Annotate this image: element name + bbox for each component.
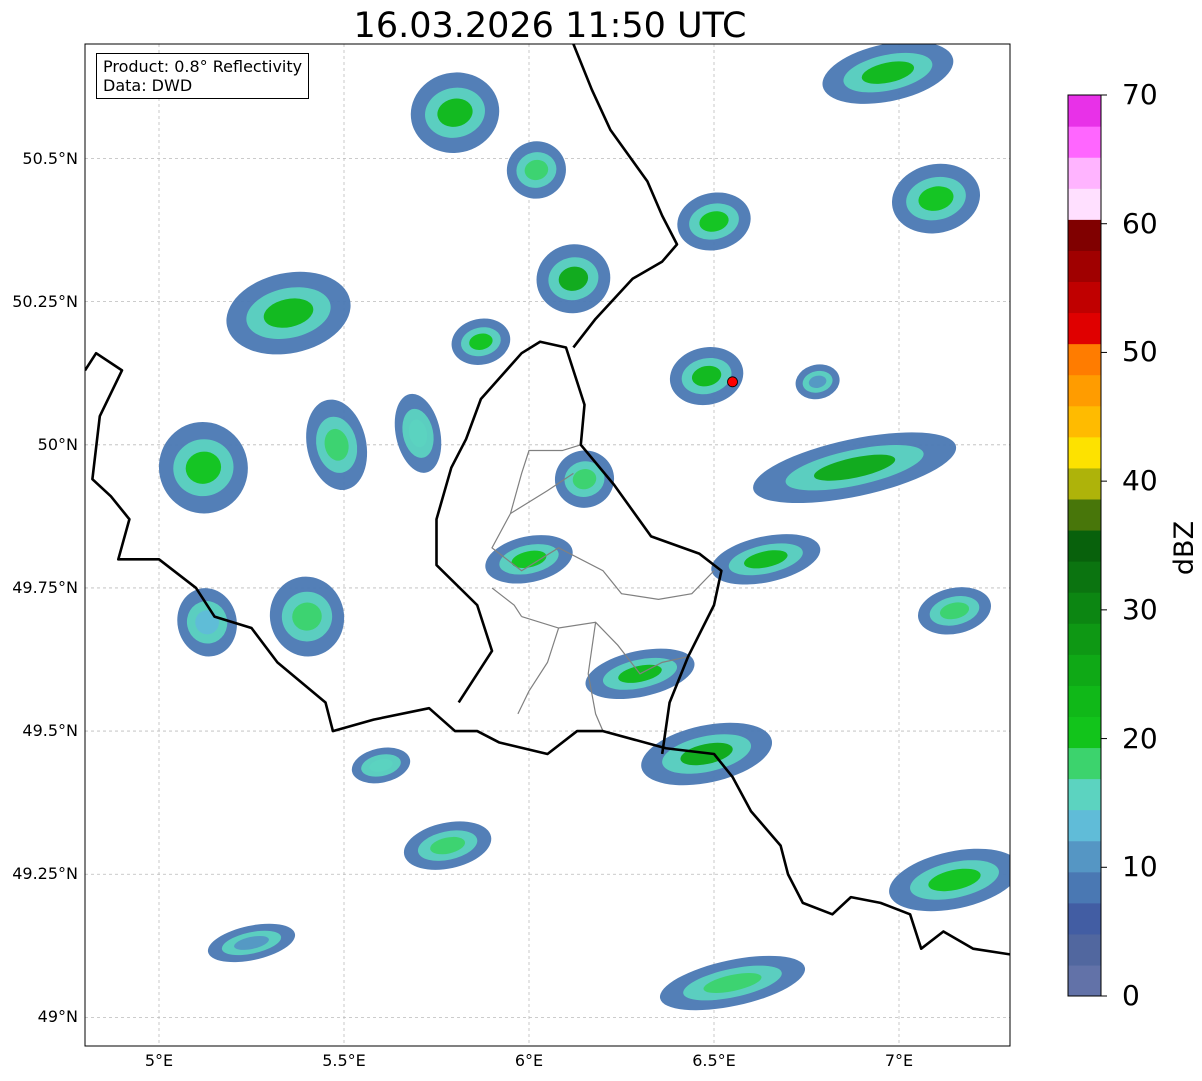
colorbar-swatch bbox=[1068, 716, 1101, 749]
colorbar-swatch bbox=[1068, 436, 1101, 469]
colorbar-swatch bbox=[1068, 312, 1101, 345]
lat-tick-label: 50.25°N bbox=[12, 291, 78, 311]
colorbar-swatch bbox=[1068, 809, 1101, 842]
colorbar-swatch bbox=[1068, 498, 1101, 531]
colorbar-swatch bbox=[1068, 902, 1101, 935]
colorbar-swatch bbox=[1068, 933, 1101, 966]
colorbar-swatch bbox=[1068, 685, 1101, 717]
colorbar-swatch bbox=[1068, 964, 1101, 996]
colorbar-ticks bbox=[1101, 94, 1107, 997]
colorbar-label: dBZ bbox=[1169, 520, 1200, 576]
colorbar bbox=[1068, 95, 1101, 996]
colorbar-swatch bbox=[1068, 126, 1101, 158]
colorbar-swatch bbox=[1068, 95, 1101, 127]
colorbar-swatch bbox=[1068, 747, 1101, 780]
lat-tick-label: 50.5°N bbox=[22, 148, 78, 168]
colorbar-swatch bbox=[1068, 188, 1101, 220]
colorbar-swatch bbox=[1068, 871, 1101, 904]
lat-tick-label: 49.75°N bbox=[12, 577, 78, 597]
lon-tick-label: 6.5°E bbox=[692, 1051, 736, 1070]
colorbar-swatch bbox=[1068, 561, 1101, 593]
lon-tick-label: 5.5°E bbox=[322, 1051, 366, 1070]
lat-tick-label: 49°N bbox=[37, 1007, 78, 1027]
colorbar-swatch bbox=[1068, 592, 1101, 624]
colorbar-tick-label: 0 bbox=[1122, 979, 1140, 1012]
lon-tick-label: 6°E bbox=[514, 1051, 544, 1070]
lon-tick-label: 5°E bbox=[144, 1051, 174, 1070]
product-label: Product: 0.8° Reflectivity bbox=[103, 57, 303, 76]
colorbar-swatch bbox=[1068, 623, 1101, 655]
colorbar-tick-label: 60 bbox=[1122, 206, 1158, 240]
lon-tick-label: 7°E bbox=[884, 1051, 914, 1070]
colorbar-swatch bbox=[1068, 157, 1101, 189]
colorbar-swatch bbox=[1068, 250, 1101, 283]
colorbar-swatch bbox=[1068, 529, 1101, 562]
colorbar-swatch bbox=[1068, 467, 1101, 500]
lat-tick-label: 50°N bbox=[37, 434, 78, 454]
radar-map bbox=[84, 43, 1107, 1047]
colorbar-swatch bbox=[1068, 281, 1101, 314]
colorbar-swatch bbox=[1068, 343, 1101, 376]
colorbar-swatch bbox=[1068, 654, 1101, 686]
data-source-label: Data: DWD bbox=[103, 76, 193, 95]
product-info-box: Product: 0.8° Reflectivity Data: DWD bbox=[96, 53, 310, 99]
colorbar-tick-label: 10 bbox=[1122, 850, 1158, 884]
lat-tick-label: 49.25°N bbox=[12, 864, 78, 884]
colorbar-tick-label: 20 bbox=[1122, 721, 1158, 755]
colorbar-swatch bbox=[1068, 405, 1101, 438]
colorbar-tick-label: 30 bbox=[1122, 592, 1158, 626]
lat-tick-label: 49.5°N bbox=[22, 721, 78, 741]
colorbar-swatch bbox=[1068, 778, 1101, 811]
radar-site-marker bbox=[727, 376, 738, 388]
colorbar-tick-label: 40 bbox=[1122, 464, 1158, 498]
colorbar-swatch bbox=[1068, 374, 1101, 407]
colorbar-tick-label: 70 bbox=[1122, 78, 1158, 111]
colorbar-swatch bbox=[1068, 840, 1101, 873]
radar-site-layer bbox=[727, 376, 738, 388]
colorbar-tick-label: 50 bbox=[1122, 335, 1158, 369]
colorbar-swatch bbox=[1068, 219, 1101, 251]
